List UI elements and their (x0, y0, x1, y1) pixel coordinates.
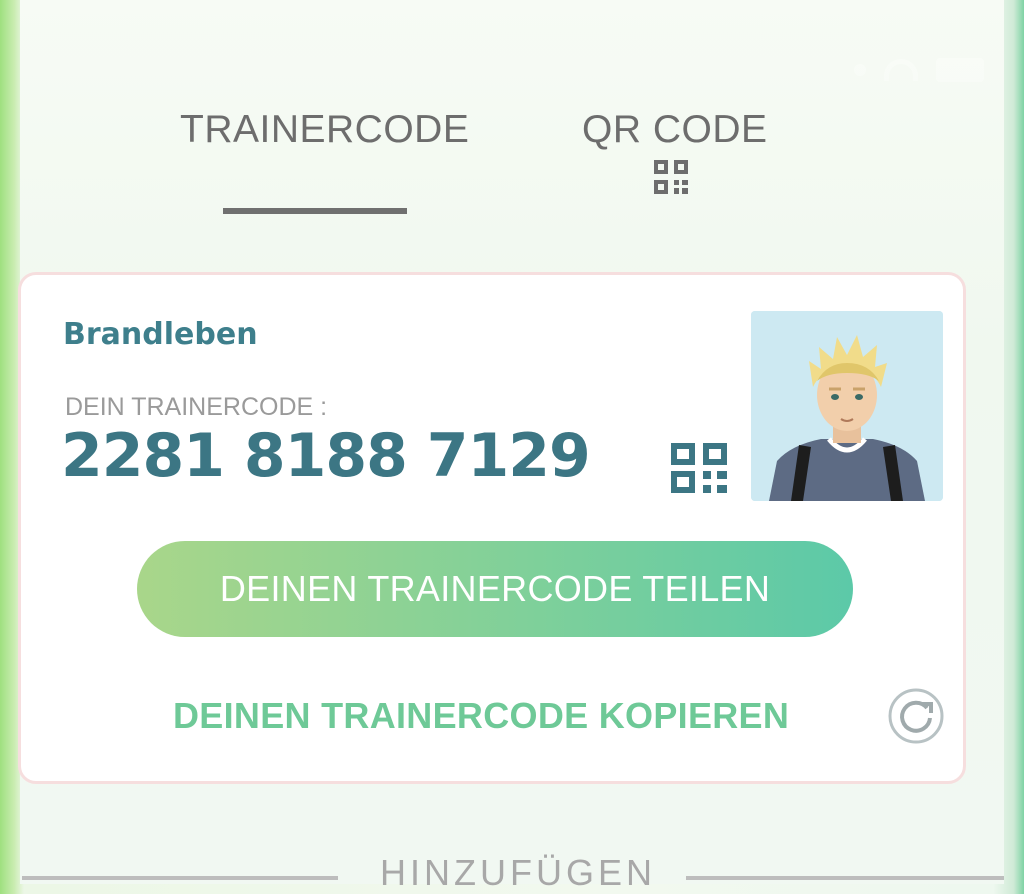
trainer-avatar-image (751, 311, 943, 501)
qr-code-icon[interactable] (671, 443, 729, 495)
section-title-add: HINZUFÜGEN (380, 852, 656, 893)
trainer-code-label: DEIN TRAINERCODE : (65, 393, 328, 421)
signal-icon (854, 64, 866, 76)
active-tab-indicator (223, 208, 407, 214)
share-trainer-code-button[interactable]: DEINEN TRAINERCODE TEILEN (137, 541, 853, 637)
tab-qr-code[interactable]: QR CODE (582, 108, 768, 152)
trainer-code-value: 2281 8188 7129 (61, 421, 591, 491)
refresh-icon[interactable] (887, 687, 945, 745)
tab-trainercode[interactable]: TRAINERCODE (180, 108, 469, 152)
trainer-avatar (751, 311, 943, 501)
section-divider-left (22, 876, 338, 880)
copy-trainer-code-link[interactable]: DEINEN TRAINERCODE KOPIEREN (173, 695, 789, 737)
wifi-icon (884, 59, 918, 81)
status-bar (854, 58, 984, 82)
qr-code-icon[interactable] (654, 160, 688, 194)
section-divider-right (686, 876, 1004, 880)
trainer-name: Brandleben (63, 317, 258, 352)
trainer-code-card: Brandleben DEIN TRAINERCODE : 2281 8188 … (18, 272, 966, 784)
battery-icon (936, 58, 984, 82)
